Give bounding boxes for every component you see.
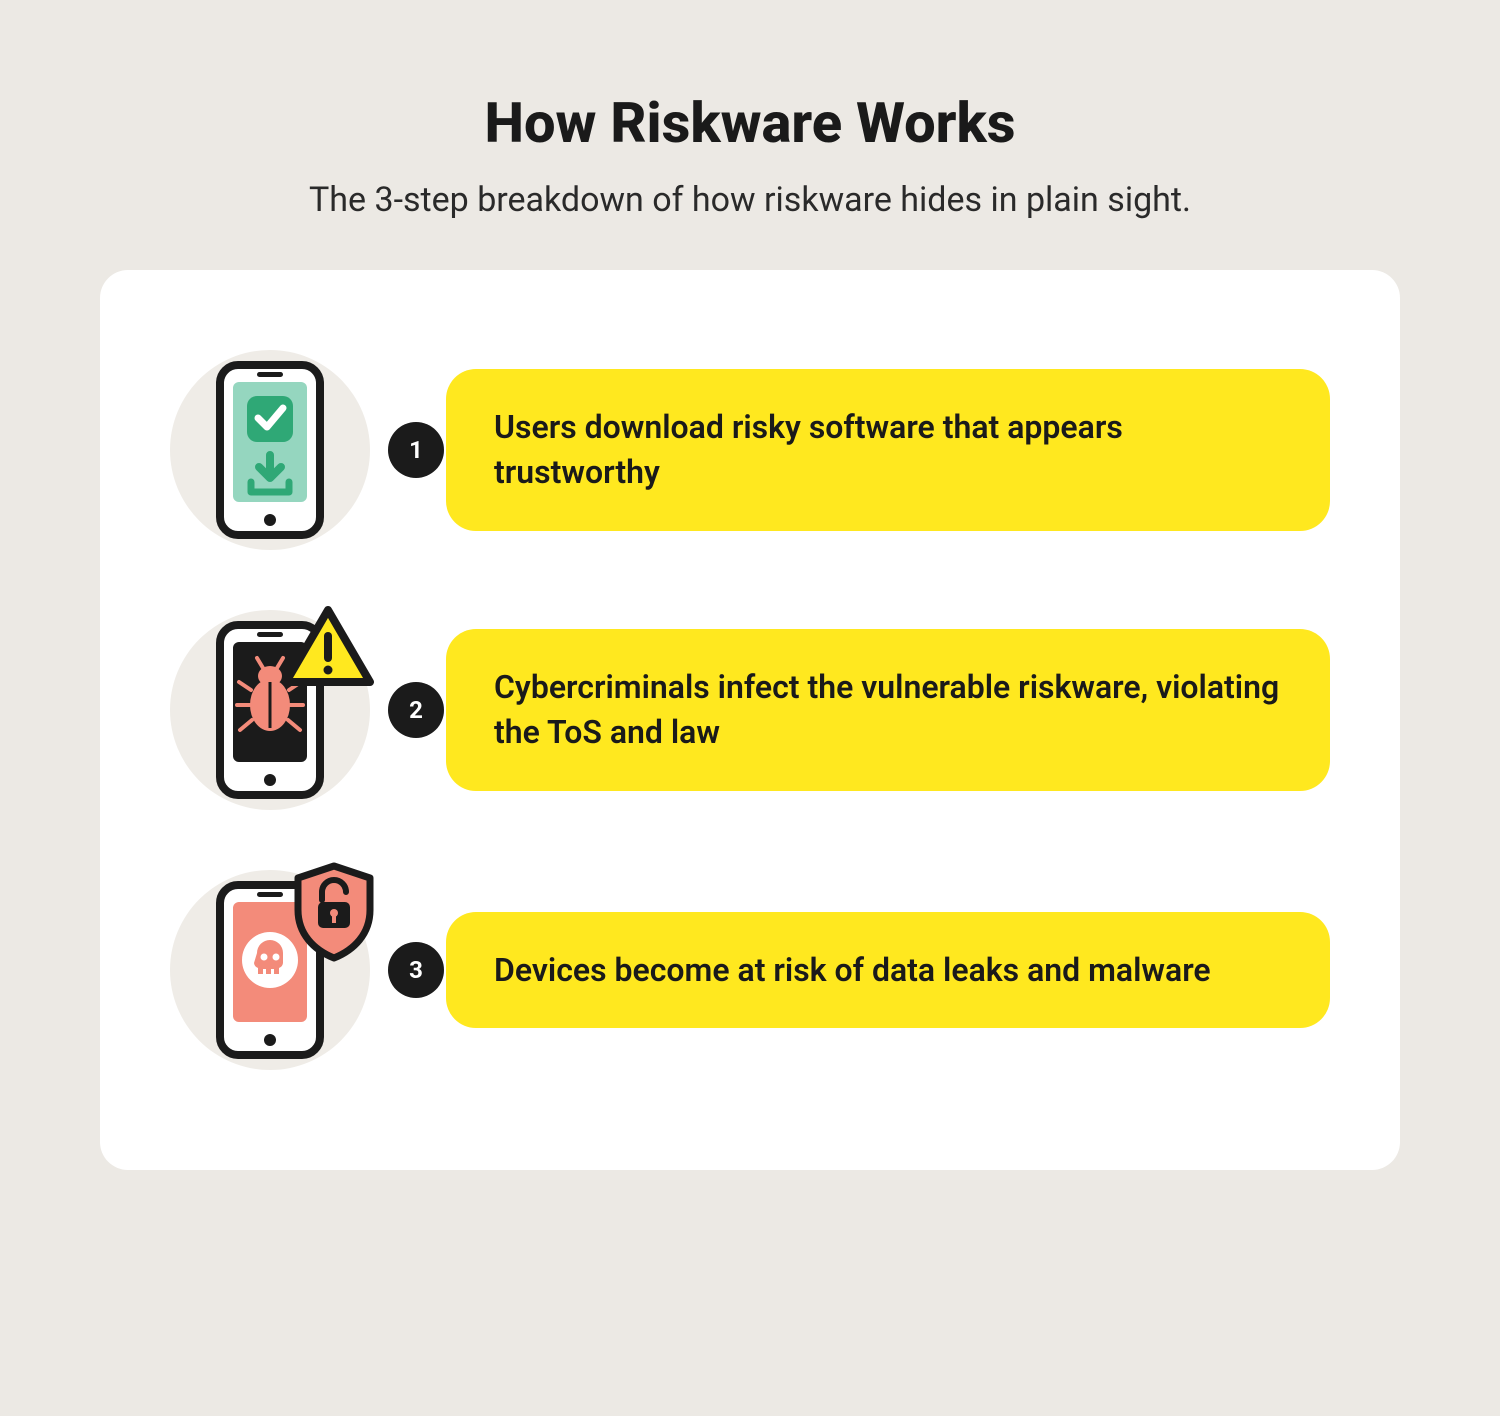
step-number: 1 <box>409 436 423 464</box>
warning-icon <box>280 604 376 690</box>
step-text: Devices become at risk of data leaks and… <box>446 912 1330 1029</box>
page-subtitle: The 3-step breakdown of how riskware hid… <box>100 180 1400 220</box>
step-row: 3 Devices become at risk of data leaks a… <box>170 870 1330 1070</box>
step-icon-risk <box>170 870 370 1070</box>
step-icon-download <box>170 350 370 550</box>
step-icon-infect <box>170 610 370 810</box>
step-number-badge: 2 <box>388 682 444 738</box>
phone-download-icon <box>215 360 325 540</box>
shield-unlock-icon <box>288 860 380 962</box>
step-number: 3 <box>409 956 423 984</box>
step-number-badge: 1 <box>388 422 444 478</box>
step-number-badge: 3 <box>388 942 444 998</box>
step-row: 1 Users download risky software that app… <box>170 350 1330 550</box>
step-row: 2 Cybercriminals infect the vulnerable r… <box>170 610 1330 810</box>
step-text: Users download risky software that appea… <box>446 369 1330 531</box>
header: How Riskware Works The 3-step breakdown … <box>100 90 1400 220</box>
page-title: How Riskware Works <box>100 90 1400 156</box>
step-text: Cybercriminals infect the vulnerable ris… <box>446 629 1330 791</box>
step-number: 2 <box>409 696 423 724</box>
steps-card: 1 Users download risky software that app… <box>100 270 1400 1170</box>
